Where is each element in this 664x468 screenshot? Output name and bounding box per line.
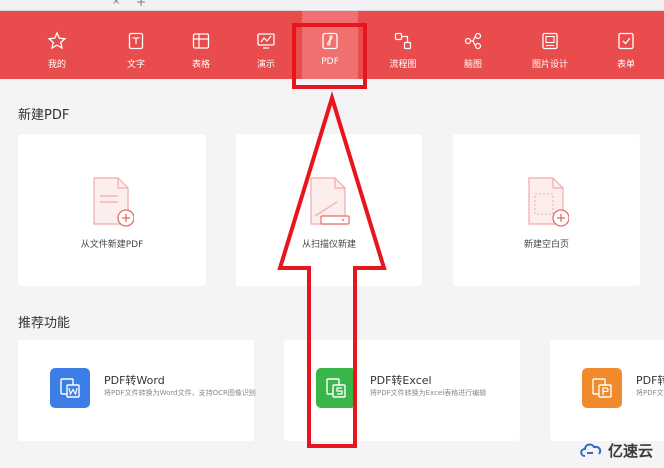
nav-item-image-design[interactable]: 图片设计: [522, 11, 578, 79]
nav-item-label: 表单: [616, 60, 635, 70]
cloud-logo-icon: [580, 443, 602, 457]
new-pdf-from-scanner-card[interactable]: 从扫描仪新建: [236, 134, 422, 286]
card-label: 从文件新建PDF: [80, 240, 144, 250]
form-icon: [618, 32, 634, 50]
nav-item-label: 我的: [47, 60, 66, 70]
feature-card-pdf-to-word[interactable]: PDF转Word 将PDF文件转换为Word文件，支持OCR图像识别: [18, 340, 256, 441]
nav-item-spreadsheet[interactable]: 表格: [173, 11, 229, 79]
nav-item-label: PDF: [321, 57, 339, 67]
star-icon: [47, 31, 67, 50]
feature-description: 将PDF文件转换为Excel表格进行编辑: [370, 389, 487, 397]
nav-item-label: 表格: [191, 60, 210, 70]
nav-item-label: 演示: [256, 60, 275, 70]
pdf-to-excel-icon: [316, 368, 356, 408]
nav-item-form[interactable]: 表单: [598, 11, 654, 79]
feature-card-pdf-to-excel[interactable]: PDF转Excel 将PDF文件转换为Excel表格进行编辑: [284, 340, 520, 441]
file-add-icon: [93, 177, 134, 227]
pdf-to-word-icon: [50, 368, 90, 408]
pdf-icon: [322, 32, 338, 50]
feature-name: PDF转: [636, 374, 664, 387]
table-icon: [192, 33, 210, 49]
nav-item-label: 脑图: [463, 60, 482, 70]
flowchart-icon: [394, 32, 412, 50]
card-label: 从扫描仪新建: [301, 240, 356, 250]
nav-item-label: 图片设计: [531, 60, 568, 70]
new-pdf-from-file-card[interactable]: 从文件新建PDF: [18, 134, 206, 286]
nav-item-mine[interactable]: 我的: [29, 11, 85, 79]
nav-item-label: 文字: [126, 60, 145, 70]
pdf-to-ppt-icon: [582, 368, 622, 408]
nav-item-mindmap[interactable]: 脑图: [445, 11, 501, 79]
scanner-icon: [310, 177, 350, 225]
feature-card-pdf-to-ppt[interactable]: PDF转 将PDF文: [550, 340, 664, 441]
tab-strip: × +: [0, 0, 664, 11]
recommended-section-title: 推荐功能: [18, 316, 71, 331]
feature-name: PDF转Excel: [370, 374, 432, 387]
nav-item-pdf[interactable]: PDF: [302, 11, 358, 79]
presentation-icon: [257, 33, 275, 49]
nav-item-flowchart[interactable]: 流程图: [375, 11, 431, 79]
nav-item-presentation[interactable]: 演示: [238, 11, 294, 79]
watermark: 亿速云: [578, 438, 662, 462]
feature-name: PDF转Word: [104, 374, 165, 387]
feature-description: 将PDF文件转换为Word文件，支持OCR图像识别: [104, 389, 256, 397]
category-nav-bar: 我的 文字 表格 演示 PDF 流程图 脑图 图片设计 表单: [0, 11, 664, 79]
watermark-text: 亿速云: [608, 441, 654, 460]
blank-page-add-icon: [527, 177, 569, 227]
feature-description: 将PDF文: [636, 389, 664, 397]
mindmap-icon: [464, 32, 482, 50]
new-blank-page-card[interactable]: 新建空白页: [453, 134, 640, 286]
document-icon: [128, 32, 144, 50]
new-pdf-section-title: 新建PDF: [18, 108, 70, 123]
nav-item-label: 流程图: [389, 60, 417, 70]
tab-close-button[interactable]: ×: [112, 0, 120, 7]
new-tab-button[interactable]: +: [136, 0, 146, 9]
image-design-icon: [542, 32, 558, 50]
card-label: 新建空白页: [523, 240, 569, 250]
nav-item-writer[interactable]: 文字: [108, 11, 164, 79]
